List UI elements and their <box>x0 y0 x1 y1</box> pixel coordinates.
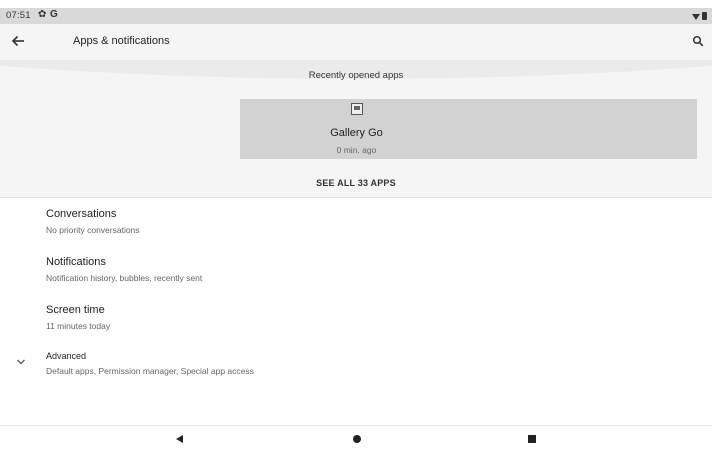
google-icon: G <box>50 9 58 20</box>
list-item-title: Screen time <box>46 304 105 316</box>
recent-app-time: 0 min. ago <box>336 145 377 155</box>
list-item-screen-time[interactable]: Screen time 11 minutes today <box>0 304 712 350</box>
settings-list: Conversations No priority conversations … <box>0 199 712 425</box>
see-all-apps-button[interactable]: SEE ALL 33 APPS <box>0 178 712 188</box>
recent-app-card[interactable]: Gallery Go 0 min. ago <box>240 99 697 159</box>
list-item-title: Conversations <box>46 208 117 220</box>
nav-home-icon[interactable] <box>353 435 361 443</box>
wifi-icon <box>692 14 700 20</box>
nav-back-icon[interactable] <box>176 435 183 443</box>
list-item-notifications[interactable]: Notifications Notification history, bubb… <box>0 256 712 302</box>
recent-apps-title: Recently opened apps <box>308 70 404 81</box>
gallery-icon <box>351 103 363 115</box>
list-item-subtitle: Notification history, bubbles, recently … <box>46 273 203 283</box>
nav-recents-icon[interactable] <box>528 435 536 443</box>
app-bar: Apps & notifications <box>0 24 712 60</box>
recent-apps-section: Recently opened apps Gallery Go 0 min. a… <box>0 60 712 198</box>
status-time: 07:51 <box>6 10 31 21</box>
list-item-title: Notifications <box>46 256 106 268</box>
list-item-title: Advanced <box>46 351 87 361</box>
battery-icon <box>702 12 707 20</box>
list-item-subtitle: Default apps, Permission manager, Specia… <box>46 366 254 376</box>
arrow-left-icon[interactable] <box>10 32 28 50</box>
navigation-bar <box>0 425 712 453</box>
chevron-down-icon <box>17 359 25 365</box>
settings-icon: ✿ <box>38 9 47 20</box>
list-item-conversations[interactable]: Conversations No priority conversations <box>0 208 712 254</box>
screen: 07:51 ✿ G Apps & notifications Recently … <box>0 0 725 471</box>
page-title: Apps & notifications <box>73 35 170 47</box>
search-icon[interactable] <box>692 35 704 47</box>
list-item-subtitle: 11 minutes today <box>46 321 111 331</box>
list-item-advanced[interactable]: Advanced Default apps, Permission manage… <box>0 351 712 397</box>
recent-app-name: Gallery Go <box>330 127 383 139</box>
status-bar: 07:51 ✿ G <box>0 8 712 24</box>
list-item-subtitle: No priority conversations <box>46 225 140 235</box>
